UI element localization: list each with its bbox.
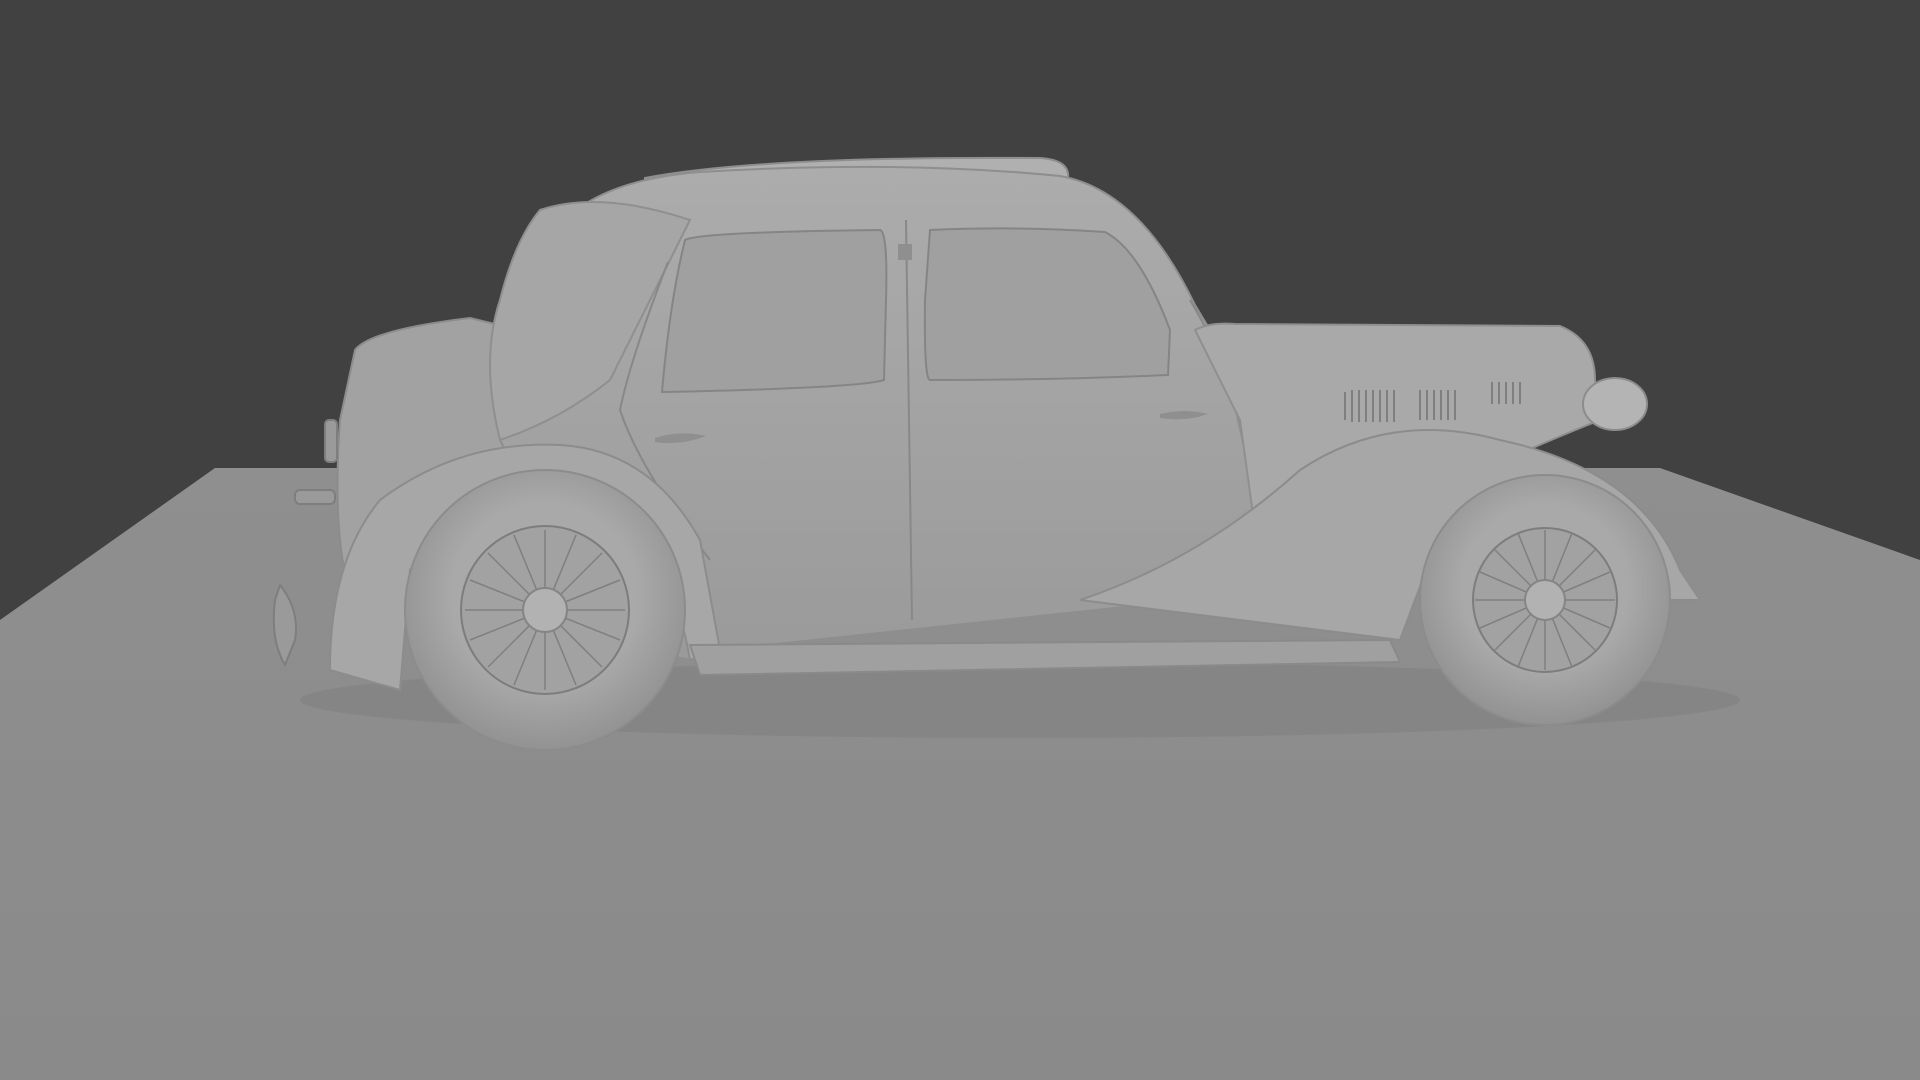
rear-window (660, 228, 888, 394)
headlamp (1582, 377, 1648, 431)
viewport-render (0, 0, 1920, 1080)
front-wheel (1419, 474, 1671, 726)
rear-wheel (404, 469, 686, 751)
pillar-latch (898, 244, 912, 260)
